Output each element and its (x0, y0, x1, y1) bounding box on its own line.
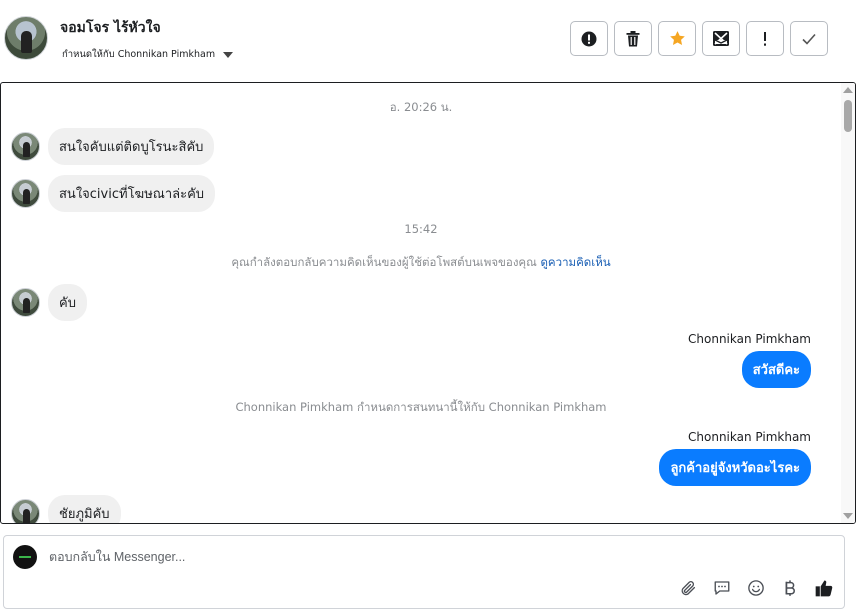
incoming-message: ชัยภูมิคับ (11, 495, 121, 523)
star-button[interactable] (658, 21, 696, 56)
attach-button[interactable] (678, 578, 698, 598)
chat-bubble-icon (714, 581, 730, 595)
like-button[interactable] (814, 578, 834, 598)
scrollbar-thumb[interactable] (844, 100, 852, 132)
page-avatar (13, 545, 37, 569)
thumbs-up-icon (815, 580, 833, 597)
paperclip-icon (681, 581, 696, 596)
delete-button[interactable] (614, 21, 652, 56)
contact-avatar-small[interactable] (11, 499, 40, 523)
exclamation-icon (764, 31, 766, 46)
outgoing-bubble[interactable]: สวัสดีคะ (741, 351, 811, 388)
contact-name[interactable]: จอมโจร ไร้หัวใจ (60, 17, 161, 39)
thread-scrollbar[interactable] (841, 83, 855, 523)
composer-tools (678, 578, 834, 598)
checkmark-icon (802, 33, 816, 45)
envelope-x-icon (713, 31, 729, 46)
assignee-dropdown[interactable]: กำหนดให้กับ Chonnikan Pimkham (62, 47, 234, 62)
contact-avatar-small[interactable] (11, 132, 40, 161)
mark-done-button[interactable] (790, 21, 828, 56)
conversation-actions (570, 21, 828, 56)
smiley-icon (748, 580, 764, 596)
baht-icon (785, 580, 795, 596)
follow-up-button[interactable] (746, 21, 784, 56)
reply-composer (3, 535, 845, 609)
system-notice-text: คุณกำลังตอบกลับความคิดเห็นของผู้ใช้ต่อโพ… (231, 255, 537, 269)
incoming-message: สนใจcivicที่โฆษณาล่ะคับ (11, 175, 216, 212)
caret-down-icon (223, 51, 234, 58)
scroll-down-arrow-icon[interactable] (843, 513, 853, 519)
message-thread[interactable]: อ. 20:26 น. สนใจคับแต่ติดบูโรนะสิคับ สนใ… (0, 82, 856, 524)
contact-avatar-small[interactable] (11, 288, 40, 317)
sender-name: Chonnikan Pimkham (688, 332, 811, 346)
incoming-bubble[interactable]: สนใจcivicที่โฆษณาล่ะคับ (48, 175, 216, 212)
report-spam-button[interactable] (570, 21, 608, 56)
alert-circle-icon (581, 31, 597, 46)
emoji-button[interactable] (746, 578, 766, 598)
assignee-label: กำหนดให้กับ Chonnikan Pimkham (62, 49, 216, 60)
reply-input[interactable] (49, 547, 649, 567)
incoming-bubble[interactable]: สนใจคับแต่ติดบูโรนะสิคับ (48, 128, 215, 165)
system-notice-comment-reply: คุณกำลังตอบกลับความคิดเห็นของผู้ใช้ต่อโพ… (1, 254, 841, 272)
timestamp: 15:42 (404, 222, 438, 236)
incoming-bubble[interactable]: คับ (48, 284, 87, 321)
saved-replies-button[interactable] (712, 578, 732, 598)
sender-name: Chonnikan Pimkham (688, 430, 811, 444)
timestamp: อ. 20:26 น. (389, 100, 453, 114)
incoming-bubble[interactable]: ชัยภูมิคับ (48, 495, 121, 523)
conversation-header: จอมโจร ไร้หัวใจ กำหนดให้กับ Chonnikan Pi… (0, 0, 861, 82)
outgoing-bubble[interactable]: ลูกค้าอยู่จังหวัดอะไรคะ (659, 449, 811, 486)
trash-icon (626, 30, 640, 46)
contact-avatar[interactable] (4, 16, 48, 60)
incoming-message: สนใจคับแต่ติดบูโรนะสิคับ (11, 128, 215, 165)
scroll-up-arrow-icon[interactable] (843, 87, 853, 93)
incoming-message: คับ (11, 284, 87, 321)
payment-button[interactable] (780, 578, 800, 598)
view-comment-link[interactable]: ดูความคิดเห็น (540, 255, 610, 269)
star-icon (669, 31, 685, 45)
move-to-inbox-button[interactable] (702, 21, 740, 56)
system-notice-assignment: Chonnikan Pimkham กำหนดการสนทนานี้ให้กับ… (235, 400, 607, 414)
contact-avatar-small[interactable] (11, 179, 40, 208)
